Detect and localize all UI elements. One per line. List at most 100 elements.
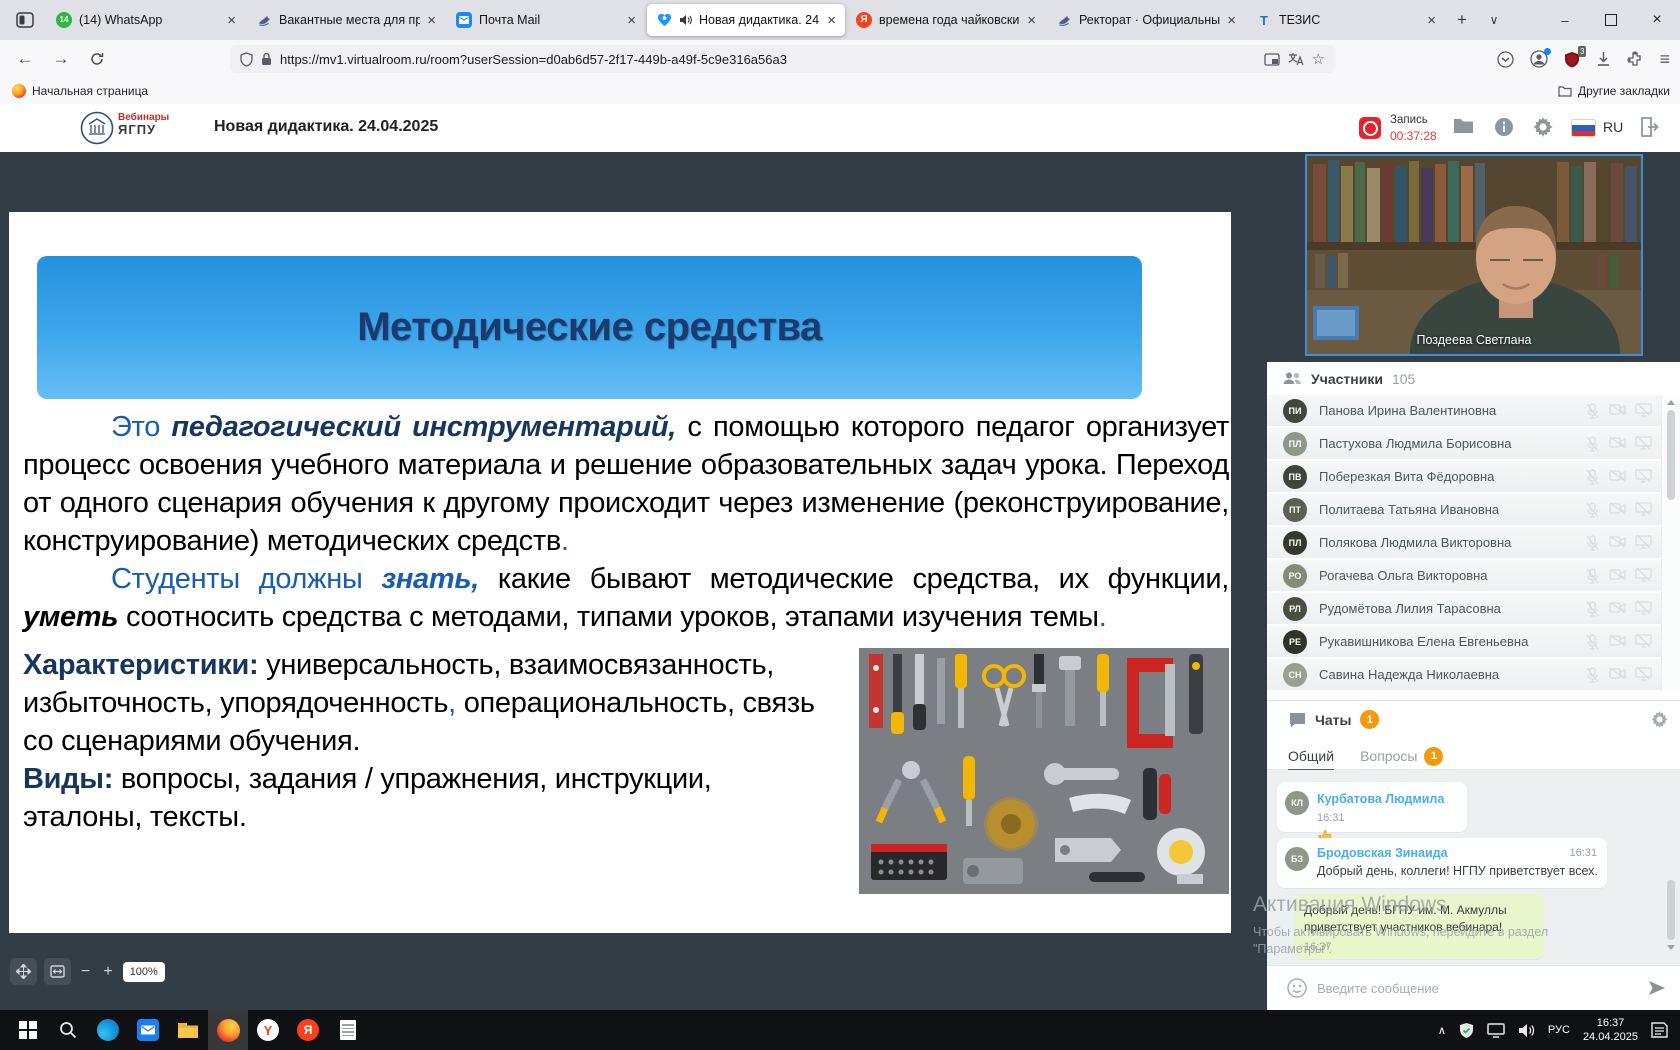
downloads-icon[interactable] [1596, 51, 1611, 67]
firefox-view-icon[interactable] [10, 7, 40, 33]
tab-webinar-active[interactable]: Новая дидактика. 24.0 × [647, 4, 845, 36]
security-shield-icon[interactable] [1459, 1022, 1474, 1039]
shield-icon[interactable] [240, 52, 253, 67]
participant-row[interactable]: ПВ Поберезкая Вита Фёдоровна [1267, 461, 1662, 494]
camera-off-icon[interactable] [1609, 535, 1626, 548]
window-minimize-button[interactable]: – [1542, 0, 1588, 40]
speaker-video[interactable]: Поздеева Светлана [1305, 154, 1643, 356]
message-author[interactable]: Курбатова Людмила [1317, 792, 1444, 806]
close-tab-icon[interactable]: × [827, 13, 836, 28]
participants-scrollbar[interactable] [1661, 395, 1680, 692]
close-tab-icon[interactable]: × [1427, 13, 1436, 28]
back-button[interactable]: ← [12, 47, 38, 71]
tab-chat-general[interactable]: Общий [1288, 738, 1334, 771]
close-tab-icon[interactable]: × [1227, 13, 1236, 28]
reload-button[interactable] [84, 47, 110, 71]
pan-tool-button[interactable] [10, 958, 37, 985]
mic-off-icon[interactable] [1585, 667, 1600, 683]
search-icon[interactable] [48, 1010, 88, 1050]
file-explorer-icon[interactable] [168, 1010, 208, 1050]
document-app-icon[interactable] [328, 1010, 368, 1050]
screenshare-off-icon[interactable] [1635, 502, 1652, 516]
leave-room-icon[interactable] [1639, 117, 1659, 137]
message-author[interactable]: Бродовская Зинаида [1317, 846, 1597, 860]
tab-whatsapp[interactable]: 14 (14) WhatsApp × [47, 4, 245, 36]
camera-off-icon[interactable] [1609, 436, 1626, 449]
volume-icon[interactable] [1518, 1023, 1535, 1038]
tab-audio-icon[interactable] [679, 14, 692, 26]
camera-off-icon[interactable] [1609, 403, 1626, 416]
close-tab-icon[interactable]: × [427, 13, 436, 28]
notification-center-icon[interactable] [1651, 1022, 1668, 1038]
firefox-taskbar-icon[interactable] [208, 1010, 248, 1050]
camera-off-icon[interactable] [1609, 469, 1626, 482]
list-tabs-icon[interactable]: ∨ [1478, 4, 1510, 36]
window-restore-button[interactable] [1588, 0, 1634, 40]
translate-icon[interactable] [1288, 52, 1304, 66]
clock[interactable]: 16:37 24.04.2025 [1583, 1016, 1638, 1044]
info-icon[interactable] [1494, 117, 1514, 137]
screenshare-off-icon[interactable] [1635, 568, 1652, 582]
close-tab-icon[interactable]: × [627, 13, 636, 28]
zoom-in-button[interactable]: + [100, 963, 115, 981]
scrollbar-thumb[interactable] [1667, 410, 1675, 500]
screenshare-off-icon[interactable] [1635, 436, 1652, 450]
participant-row[interactable]: РЕ Рукавишникова Елена Евгеньевна [1267, 626, 1662, 659]
record-button[interactable] [1359, 117, 1381, 139]
message-input[interactable] [1315, 980, 1640, 997]
camera-off-icon[interactable] [1609, 634, 1626, 647]
bookmark-home[interactable]: Начальная страница [12, 84, 148, 98]
participant-row[interactable]: ПЛ Пастухова Людмила Борисовна [1267, 428, 1662, 461]
mic-off-icon[interactable] [1585, 469, 1600, 485]
other-bookmarks[interactable]: Другие закладки [1558, 84, 1670, 98]
screenshare-off-icon[interactable] [1635, 601, 1652, 615]
participant-row[interactable]: ПЛ Полякова Людмила Викторовна [1267, 527, 1662, 560]
screenshare-off-icon[interactable] [1635, 403, 1652, 417]
language-label[interactable]: RU [1603, 119, 1623, 135]
tab-rektorat[interactable]: Ректорат · Официальный × [1047, 4, 1245, 36]
yagpu-logo[interactable] [80, 111, 114, 145]
menu-hamburger-icon[interactable]: ≡ [1659, 49, 1670, 70]
url-bar[interactable]: https://mv1.virtualroom.ru/room?userSess… [230, 45, 1335, 73]
mic-off-icon[interactable] [1585, 403, 1600, 419]
forward-button[interactable]: → [48, 47, 74, 71]
chat-settings-gear-icon[interactable] [1651, 711, 1668, 728]
tray-expand-icon[interactable]: ∧ [1438, 1024, 1446, 1037]
scroll-up-icon[interactable] [1667, 400, 1675, 405]
url-text[interactable]: https://mv1.virtualroom.ru/room?userSess… [280, 52, 1256, 67]
keyboard-language[interactable]: РУС [1548, 1024, 1570, 1036]
mic-off-icon[interactable] [1585, 568, 1600, 584]
camera-off-icon[interactable] [1609, 502, 1626, 515]
camera-off-icon[interactable] [1609, 667, 1626, 680]
mail-app-icon[interactable] [128, 1010, 168, 1050]
zoom-level[interactable]: 100% [123, 962, 165, 982]
mic-off-icon[interactable] [1585, 535, 1600, 551]
screenshare-off-icon[interactable] [1635, 634, 1652, 648]
close-tab-icon[interactable]: × [1027, 13, 1036, 28]
close-tab-icon[interactable]: × [227, 13, 236, 28]
scroll-down-icon[interactable] [1667, 945, 1675, 950]
settings-gear-icon[interactable] [1533, 117, 1553, 137]
tab-tezis[interactable]: T ТЕЗИС × [1247, 4, 1445, 36]
bookmark-star-icon[interactable]: ☆ [1312, 50, 1325, 68]
window-close-button[interactable]: × [1634, 0, 1680, 40]
fit-width-button[interactable] [44, 958, 71, 985]
mic-off-icon[interactable] [1585, 634, 1600, 650]
files-folder-icon[interactable] [1453, 117, 1474, 134]
tab-yandex-search[interactable]: Я времена года чайковский × [847, 4, 1045, 36]
russia-flag-icon[interactable] [1571, 119, 1596, 137]
send-message-icon[interactable] [1648, 980, 1666, 996]
pocket-icon[interactable] [1497, 51, 1514, 68]
new-tab-button[interactable]: + [1446, 4, 1478, 36]
camera-off-icon[interactable] [1609, 568, 1626, 581]
screenshare-off-icon[interactable] [1635, 535, 1652, 549]
account-icon[interactable] [1530, 50, 1548, 68]
tab-chat-questions[interactable]: Вопросы 1 [1360, 738, 1443, 769]
yandex-app-icon[interactable]: Я [288, 1010, 328, 1050]
chat-scrollbar[interactable] [1662, 770, 1680, 965]
tab-vacancies[interactable]: Вакантные места для при × [247, 4, 445, 36]
screenshare-off-icon[interactable] [1635, 469, 1652, 483]
tab-mail[interactable]: Почта Mail × [447, 4, 645, 36]
edge-icon[interactable] [88, 1010, 128, 1050]
lock-icon[interactable] [261, 52, 272, 66]
